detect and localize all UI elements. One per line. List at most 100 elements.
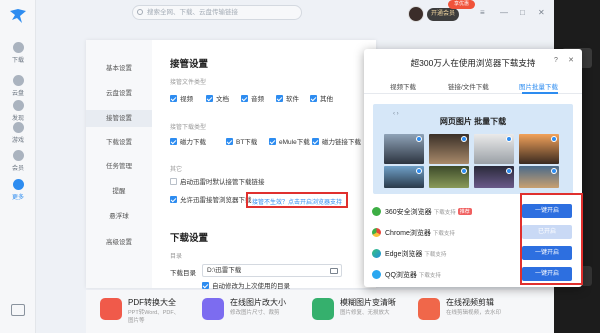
tool-image-resize[interactable]: 在线图片改大小 修改图片尺寸、裁剪 (202, 296, 297, 328)
tool-image-enhance[interactable]: 模糊图片变清晰 图片修复、无损放大 (312, 296, 407, 328)
takeover-title: 接管设置 (170, 59, 209, 70)
browser-name: Chrome浏览器 下载支持 (385, 230, 455, 237)
checkbox-label: 自动修改为上次使用的目录 (212, 283, 290, 290)
feature-preview: ‹ › 网页图片 批量下载 (373, 104, 573, 194)
checkbox-checked-icon (310, 95, 317, 102)
edge-icon (372, 249, 381, 258)
browser-name: Edge浏览器 下载支持 (385, 251, 447, 258)
checkbox-label: eMule下载 (279, 139, 310, 146)
check-icon (416, 136, 422, 142)
nav-item-vip[interactable]: 会员 (0, 150, 36, 178)
linktype-magnetlink-checkbox[interactable]: 磁力链接下载 (312, 138, 361, 147)
tool-video-edit[interactable]: 在线视频剪辑 在线剪辑视频，去水印 (418, 296, 513, 328)
check-icon (506, 168, 512, 174)
360-browser-icon (372, 207, 381, 216)
check-icon (461, 136, 467, 142)
more-icon (12, 179, 24, 190)
close-icon[interactable]: ✕ (538, 9, 545, 17)
preview-image (384, 134, 424, 164)
preview-image (429, 134, 469, 164)
startup-takeover-checkbox[interactable]: 启动迅雷时默认接管下载链接 (170, 178, 265, 187)
linktype-magnet-checkbox[interactable]: 磁力下载 (170, 138, 206, 147)
tools-row: PDF转换大全 PPT转Word、PDF、 图片等 在线图片改大小 修改图片尺寸… (86, 290, 554, 333)
settings-tab-floatball[interactable]: 悬浮球 (86, 208, 152, 225)
checkbox-unchecked-icon (170, 178, 177, 185)
linktype-bt-checkbox[interactable]: BT下载 (226, 138, 257, 147)
other-label: 其它 (170, 167, 183, 173)
browser-name: 360安全浏览器 下载支持 推荐 (385, 208, 472, 216)
preview-image (384, 166, 424, 188)
game-icon (12, 122, 24, 133)
nav-item-cloud[interactable]: 云盘 (0, 75, 36, 103)
nav-item-download[interactable]: 下载 (0, 42, 36, 70)
mini-mode-icon[interactable] (11, 304, 25, 316)
vip-button[interactable]: 开通会员 (427, 8, 459, 21)
close-icon[interactable]: ✕ (567, 57, 575, 65)
preview-image (429, 166, 469, 188)
video-edit-icon (418, 298, 440, 320)
settings-tab-reminder[interactable]: 提醒 (86, 183, 152, 200)
preview-image (474, 166, 514, 188)
avatar[interactable] (408, 6, 424, 22)
chrome-icon (372, 228, 381, 237)
preview-image (474, 134, 514, 164)
menu-icon[interactable]: ≡ (480, 9, 485, 17)
popup-tabs: 视频下载 链接/文件下载 图片批量下载 (364, 80, 582, 94)
tab-image-batch[interactable]: 图片批量下载 (519, 81, 558, 91)
settings-tab-advanced[interactable]: 高级设置 (86, 234, 152, 251)
preview-title: 网页图片 批量下载 (439, 117, 507, 126)
settings-tab-takeover[interactable]: 接管设置 (86, 110, 152, 127)
tool-pdf-convert[interactable]: PDF转换大全 PPT转Word、PDF、 图片等 (100, 296, 190, 328)
settings-tab-basic[interactable]: 基本设置 (86, 60, 152, 77)
nav-item-more[interactable]: 更多 (0, 179, 36, 207)
nav-label: 会员 (11, 166, 24, 172)
checkbox-label: BT下载 (236, 139, 258, 146)
settings-tab-download[interactable]: 下载设置 (86, 134, 152, 151)
tab-link-download[interactable]: 链接/文件下载 (448, 81, 489, 91)
download-dir-input[interactable]: D:\迅雷下载 (202, 264, 342, 277)
tab-video-download[interactable]: 视频下载 (390, 81, 416, 91)
image-resize-icon (202, 298, 224, 320)
settings-tab-tasks[interactable]: 任务管理 (86, 158, 152, 175)
highlight-box (246, 192, 348, 208)
link-type-label: 接管下载类型 (170, 125, 207, 131)
tool-desc: 修改图片尺寸、裁剪 (230, 310, 280, 316)
check-icon (506, 136, 512, 142)
tool-name: 模糊图片变清晰 (340, 298, 396, 307)
nav-label: 游戏 (11, 138, 24, 144)
browser-takeover-checkbox[interactable]: 允许迅雷接管浏览器下载 (170, 196, 252, 205)
nav-label: 下载 (11, 58, 24, 64)
checkbox-checked-icon (276, 95, 283, 102)
thunder-logo-icon[interactable] (9, 8, 27, 24)
checkbox-label: 其他 (320, 96, 333, 103)
filetype-other-checkbox[interactable]: 其他 (310, 95, 333, 104)
minimize-icon[interactable]: — (500, 9, 508, 17)
filetype-software-checkbox[interactable]: 软件 (276, 95, 299, 104)
tool-name: PDF转换大全 (128, 298, 176, 307)
checkbox-label: 磁力链接下载 (322, 139, 361, 146)
download-icon (12, 42, 24, 53)
tool-name: 在线图片改大小 (230, 298, 286, 307)
diamond-icon (12, 150, 24, 161)
browser-row-360: 360安全浏览器 下载支持 推荐 (372, 206, 522, 218)
nav-item-game[interactable]: 游戏 (0, 122, 36, 150)
left-nav: 下载 云盘 发现 游戏 会员 更多 (0, 0, 36, 333)
settings-tab-cloud[interactable]: 云盘设置 (86, 85, 152, 102)
linktype-emule-checkbox[interactable]: eMule下载 (269, 138, 310, 147)
filetype-video-checkbox[interactable]: 视频 (170, 95, 193, 104)
help-icon[interactable]: ? (552, 57, 560, 65)
folder-icon[interactable] (330, 268, 338, 274)
search-input[interactable]: 搜索全网、下载、云盘传输链接 (132, 5, 302, 20)
discover-icon (12, 100, 24, 111)
settings-sidebar: 基本设置 云盘设置 接管设置 下载设置 任务管理 提醒 悬浮球 高级设置 (86, 40, 152, 288)
active-tab-indicator (522, 92, 558, 94)
nav-label: 更多 (11, 195, 24, 201)
maximize-icon[interactable]: □ (520, 9, 525, 17)
browser-row-edge: Edge浏览器 下载支持 (372, 248, 522, 260)
filetype-audio-checkbox[interactable]: 音频 (241, 95, 264, 104)
preview-image (519, 134, 559, 164)
checkbox-label: 允许迅雷接管浏览器下载 (180, 197, 252, 204)
filetype-doc-checkbox[interactable]: 文档 (206, 95, 229, 104)
checkbox-checked-icon (269, 138, 276, 145)
tool-desc: 图片等 (128, 318, 145, 324)
